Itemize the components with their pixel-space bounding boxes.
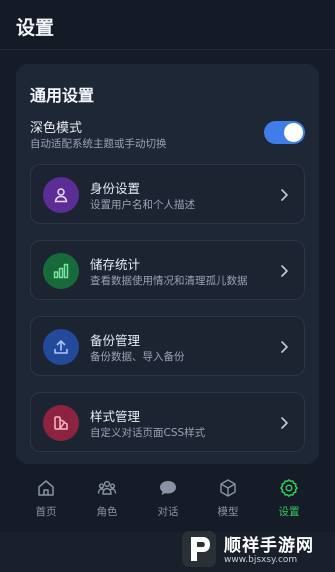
chat-icon [160,481,176,495]
chevron-right-icon [281,265,288,277]
section-title: 通用设置 [30,86,95,105]
dark-mode-description: 自动适配系统主题或手动切换 [30,138,167,150]
top-app-bar: 设置 [0,0,335,50]
settings-item-description: 设置用户名和个人描述 [90,199,195,211]
home-icon [38,480,54,496]
nav-tab-model[interactable]: 模型 [206,478,250,524]
settings-item-label: 身份设置 [90,181,141,196]
watermark-url: www.bjsxsy.com [224,555,298,565]
settings-item-description: 查看数据使用情况和清理孤儿数据 [90,275,248,287]
nav-label: 设置 [278,506,300,518]
nav-label: 对话 [157,506,179,518]
bar-chart-icon [43,253,79,289]
user-icon [43,177,79,213]
settings-item-label: 储存统计 [90,257,141,272]
settings-item-identity[interactable]: 身份设置 设置用户名和个人描述 [30,164,305,224]
general-settings-card: 通用设置 深色模式 自动适配系统主题或手动切换 身份设置 设置用户名和个人描述 … [16,64,319,464]
dark-mode-label: 深色模式 [30,121,83,136]
toggle-knob [284,123,303,142]
watermark: 顺祥手游网 www.bjsxsy.com [176,528,335,572]
settings-item-storage[interactable]: 储存统计 查看数据使用情况和清理孤儿数据 [30,240,305,300]
upload-icon [43,329,79,365]
nav-label: 角色 [96,506,118,518]
nav-tab-chat[interactable]: 对话 [146,478,190,524]
people-icon [97,480,117,495]
cube-icon [220,479,236,497]
nav-label: 首页 [35,506,57,518]
settings-item-description: 自定义对话页面CSS样式 [90,427,206,439]
palette-icon [43,405,79,441]
dark-mode-toggle[interactable] [264,121,305,144]
settings-item-description: 备份数据、导入备份 [90,351,185,363]
settings-item-label: 备份管理 [90,333,141,348]
settings-item-label: 样式管理 [90,409,141,424]
nav-label: 模型 [217,506,239,518]
watermark-logo-icon [182,531,216,567]
chevron-right-icon [281,189,288,201]
watermark-text: 顺祥手游网 [224,536,314,556]
bottom-navigation: 首页 角色 对话 模型 设置 [0,470,335,532]
settings-item-style[interactable]: 样式管理 自定义对话页面CSS样式 [30,392,305,452]
nav-tab-roles[interactable]: 角色 [85,478,129,524]
nav-tab-settings[interactable]: 设置 [267,478,311,524]
chevron-right-icon [281,417,288,429]
page-title: 设置 [16,17,55,39]
chevron-right-icon [281,341,288,353]
settings-item-backup[interactable]: 备份管理 备份数据、导入备份 [30,316,305,376]
gear-icon [280,479,298,497]
nav-tab-home[interactable]: 首页 [24,478,68,524]
